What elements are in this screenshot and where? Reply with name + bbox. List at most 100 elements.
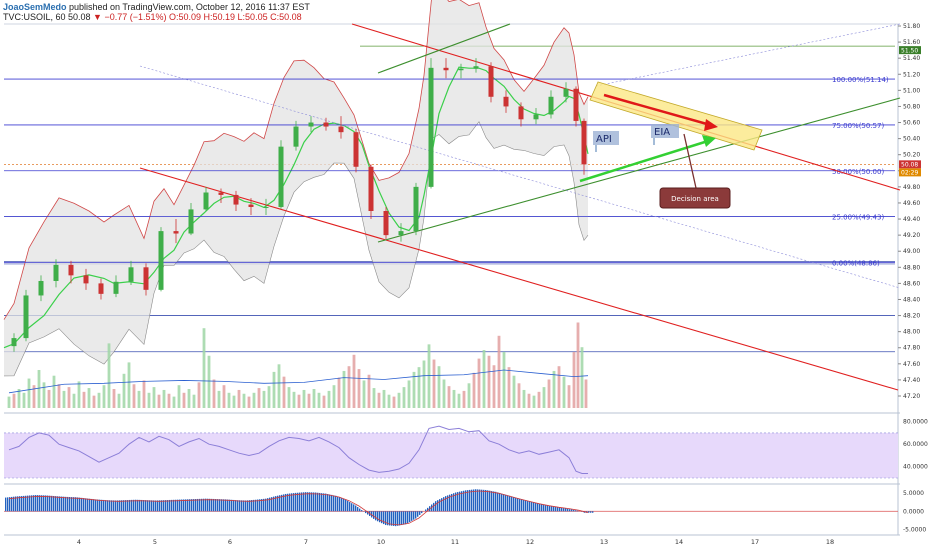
macd-bar [253,499,255,512]
macd-bar [485,489,487,512]
volume-bar [27,378,31,408]
price-tick-label: 51.00 [903,87,920,94]
volume-bar [377,392,381,408]
macd-bar [223,499,225,512]
price-tick-label: 49.40 [903,216,920,223]
macd-bar [345,499,347,512]
macd-bar [399,511,401,526]
macd-bar [123,500,125,512]
decision-pointer [683,133,697,189]
macd-bar [59,496,61,512]
price-tick-label: 49.80 [903,184,920,191]
volume-bar [572,351,576,408]
rsi-tick-label: 80.0000 [903,419,928,426]
price-tick-label: 47.60 [903,361,920,368]
macd-bar [229,499,231,512]
macd-bar [421,511,423,514]
fib-level-label: 75.00%(50.57) [832,122,884,130]
macd-bar [547,505,549,512]
candle-body [548,96,554,115]
price-tick-label: 50.60 [903,120,920,127]
macd-bar [590,511,592,513]
macd-bar [525,500,527,512]
macd-bar [401,511,403,526]
macd-bar [557,507,559,512]
volume-bar [302,389,306,408]
macd-bar [23,495,25,512]
volume-bar [287,387,291,408]
macd-bar [247,500,249,512]
candle-body [278,146,284,207]
macd-bar [501,493,503,512]
macd-bar [439,499,441,512]
macd-bar [331,494,333,512]
macd-bar [357,507,359,512]
volume-bar [22,392,26,408]
macd-bar [391,511,393,526]
macd-bar [281,494,283,512]
price-axis: 51.80 51.60 51.40 51.20 51.00 50.80 50.60 50.40… [898,23,921,400]
volume-ma-line [8,369,589,394]
macd-bar [563,508,565,512]
macd-bar [405,511,407,525]
volume-bar [337,377,341,408]
time-tick-label: 18 [826,538,834,546]
macd-bar [551,506,553,512]
macd-bar [571,509,573,512]
bollinger-bands [3,0,589,377]
price-tick-label: 49.20 [903,232,920,239]
macd-bar [151,500,153,512]
macd-bar [215,499,217,512]
macd-bar [145,500,147,512]
macd-bar [569,509,571,512]
chart-canvas[interactable]: 100.00%(51.14)75.00%(50.57)50.00%(50.00)… [0,0,932,550]
volume-bar [117,393,121,408]
macd-bar [155,500,157,512]
macd-bar [249,500,251,512]
macd-bar [233,499,235,512]
macd-bar [513,496,515,512]
macd-bar [499,492,501,512]
macd-bar [255,499,257,512]
macd-bar [527,500,529,512]
macd-bar [221,499,223,512]
macd-bar [509,495,511,512]
macd-tick-label: 5.0000 [903,490,924,497]
volume-bar [432,359,436,408]
macd-bar [519,498,521,512]
macd-bar [299,492,301,512]
volume-bar [542,387,546,408]
time-tick-label: 11 [451,538,459,546]
macd-bar [197,498,199,512]
macd-bar [523,499,525,512]
macd-bar [157,500,159,512]
macd-bar [497,492,499,512]
volume-bar [137,390,141,408]
candle-body [533,114,539,120]
volume-bar [382,389,386,408]
volume-bar [147,392,151,408]
macd-bar [137,499,139,512]
macd-bar [241,500,243,512]
macd-bar [375,511,377,521]
macd-bar [251,500,253,512]
macd-bar [191,499,193,512]
price-tick-label: 51.40 [903,55,920,62]
macd-bar [409,511,411,523]
macd-bar [483,489,485,512]
volume-bar [97,392,101,408]
macd-bar [177,499,179,512]
volume-bar [187,389,191,408]
volume-bar [237,389,241,408]
macd-bar [397,511,399,526]
macd-bar [529,501,531,512]
macd-bar [245,500,247,512]
macd-bar [25,495,27,512]
time-tick-label: 14 [675,538,683,546]
macd-bar [559,507,561,512]
volume-bar [467,383,471,408]
volume-bar [207,355,211,408]
macd-bar [517,498,519,512]
volume-bar [7,396,11,408]
macd-bar [87,498,89,512]
